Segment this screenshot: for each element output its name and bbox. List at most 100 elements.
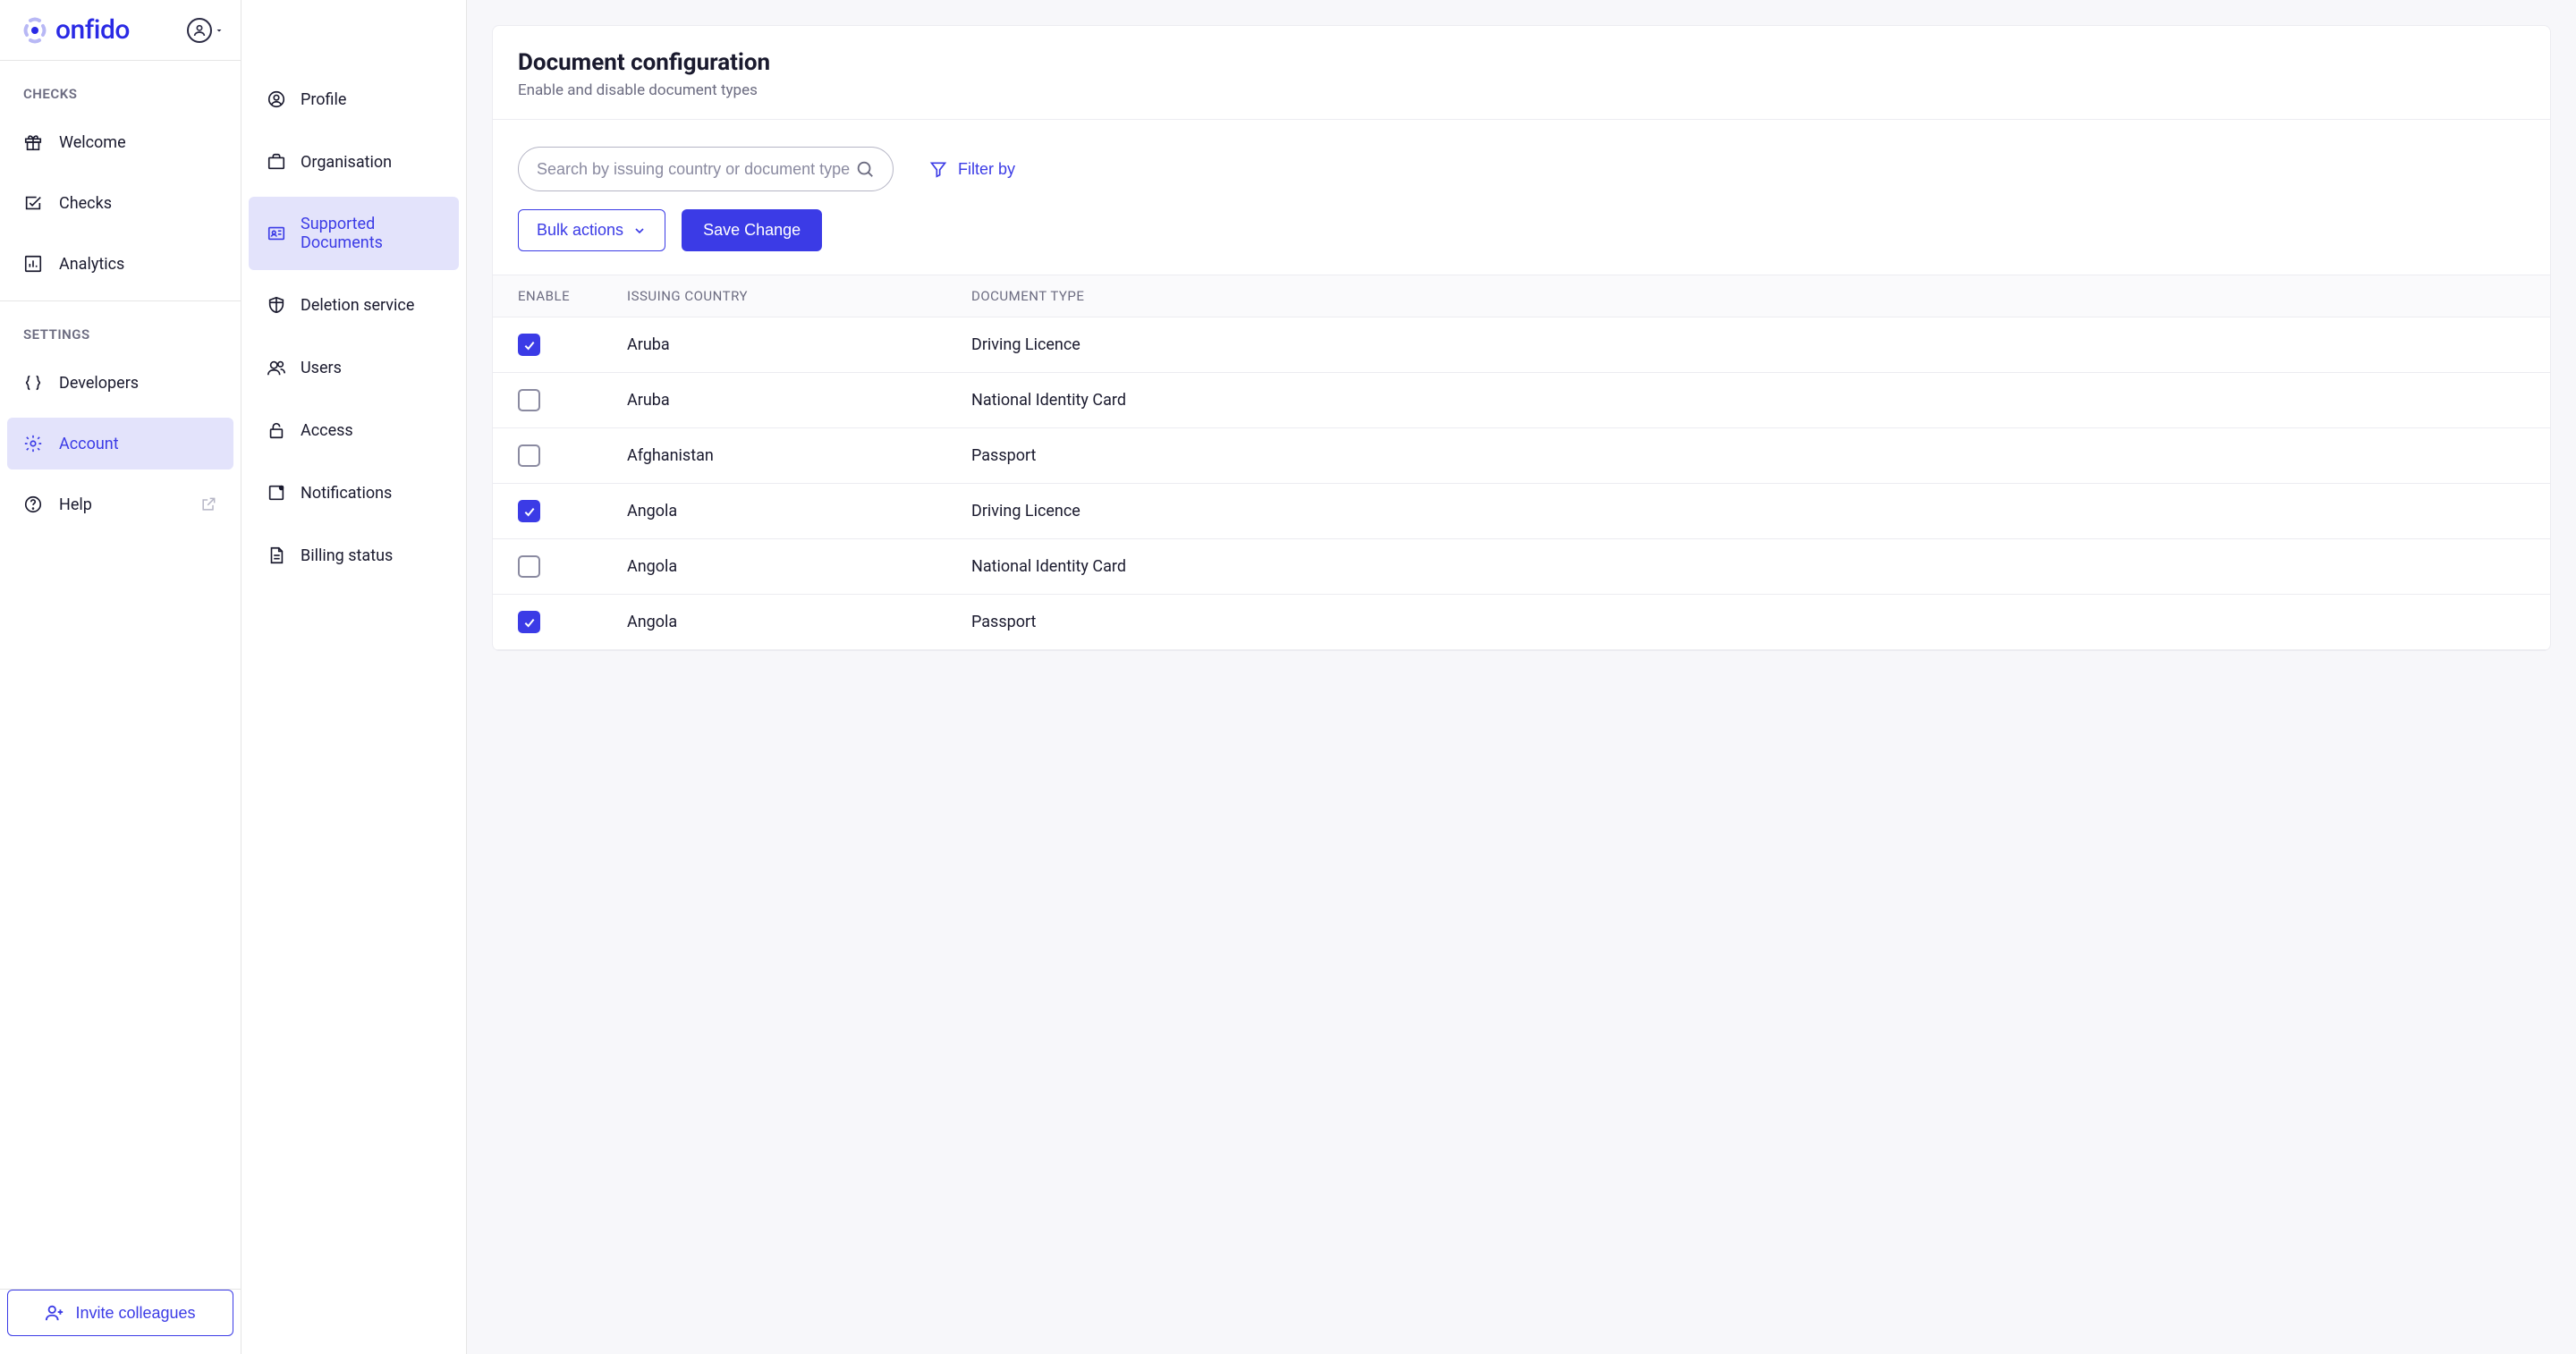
subnav-label: Supported Documents bbox=[301, 215, 441, 252]
sidebar-secondary: Profile Organisation Supported Documents… bbox=[242, 0, 467, 1354]
table-row: AngolaPassport bbox=[493, 595, 2550, 650]
subnav-label: Profile bbox=[301, 90, 346, 109]
td-doctype: National Identity Card bbox=[971, 557, 2525, 576]
nav-checks[interactable]: Checks bbox=[7, 177, 233, 229]
enable-checkbox[interactable] bbox=[518, 444, 540, 467]
shield-icon bbox=[267, 295, 286, 315]
nav-analytics[interactable]: Analytics bbox=[7, 238, 233, 290]
td-country: Angola bbox=[627, 613, 971, 631]
file-icon bbox=[267, 546, 286, 565]
save-change-button[interactable]: Save Change bbox=[682, 209, 822, 251]
filter-button[interactable]: Filter by bbox=[929, 160, 1015, 179]
td-doctype: Passport bbox=[971, 446, 2525, 465]
td-doctype: Driving Licence bbox=[971, 335, 2525, 354]
subnav-billing[interactable]: Billing status bbox=[249, 528, 459, 583]
subnav-label: Users bbox=[301, 359, 342, 377]
td-country: Aruba bbox=[627, 391, 971, 410]
braces-icon bbox=[23, 373, 43, 393]
external-link-icon bbox=[199, 495, 217, 513]
subnav-label: Deletion service bbox=[301, 296, 414, 315]
table-row: AngolaDriving Licence bbox=[493, 484, 2550, 539]
th-country: ISSUING COUNTRY bbox=[627, 288, 971, 304]
subnav-notifications[interactable]: Notifications bbox=[249, 465, 459, 520]
subnav-profile[interactable]: Profile bbox=[249, 72, 459, 127]
chevron-down-icon bbox=[214, 25, 225, 36]
users-icon bbox=[267, 358, 286, 377]
nav-developers[interactable]: Developers bbox=[7, 357, 233, 409]
search-box bbox=[518, 147, 894, 191]
enable-checkbox[interactable] bbox=[518, 611, 540, 633]
search-input[interactable] bbox=[537, 160, 855, 179]
table-row: AngolaNational Identity Card bbox=[493, 539, 2550, 595]
invite-label: Invite colleagues bbox=[75, 1304, 195, 1323]
nav-help[interactable]: Help bbox=[7, 478, 233, 530]
subnav-label: Access bbox=[301, 421, 353, 440]
chevron-down-icon bbox=[632, 224, 647, 238]
bulk-label: Bulk actions bbox=[537, 221, 623, 240]
notifications-icon bbox=[267, 483, 286, 503]
subnav-deletion[interactable]: Deletion service bbox=[249, 277, 459, 333]
td-country: Angola bbox=[627, 502, 971, 520]
subnav-access[interactable]: Access bbox=[249, 402, 459, 458]
gear-icon bbox=[23, 434, 43, 453]
table-row: ArubaDriving Licence bbox=[493, 317, 2550, 373]
td-country: Aruba bbox=[627, 335, 971, 354]
td-doctype: Driving Licence bbox=[971, 502, 2525, 520]
subnav-organisation[interactable]: Organisation bbox=[249, 134, 459, 190]
save-label: Save Change bbox=[703, 221, 801, 239]
sidebar-primary: onfido CHECKS Welcome bbox=[0, 0, 242, 1354]
nav-label: Developers bbox=[59, 374, 139, 393]
invite-colleagues-button[interactable]: Invite colleagues bbox=[7, 1290, 233, 1336]
td-doctype: National Identity Card bbox=[971, 391, 2525, 410]
section-label-settings: SETTINGS bbox=[7, 319, 233, 357]
help-icon bbox=[23, 495, 43, 514]
logo[interactable]: onfido bbox=[21, 14, 130, 46]
nav-account[interactable]: Account bbox=[7, 418, 233, 470]
subnav-users[interactable]: Users bbox=[249, 340, 459, 395]
th-enable: ENABLE bbox=[518, 288, 627, 304]
user-icon bbox=[187, 18, 212, 43]
subnav-label: Notifications bbox=[301, 484, 392, 503]
config-card: Document configuration Enable and disabl… bbox=[492, 25, 2551, 651]
main-content: Document configuration Enable and disabl… bbox=[467, 0, 2576, 1354]
logo-text: onfido bbox=[55, 14, 130, 46]
nav-label: Account bbox=[59, 435, 119, 453]
nav-label: Welcome bbox=[59, 133, 126, 152]
lock-icon bbox=[267, 420, 286, 440]
td-doctype: Passport bbox=[971, 613, 2525, 631]
nav-label: Help bbox=[59, 495, 92, 514]
enable-checkbox[interactable] bbox=[518, 334, 540, 356]
section-label-checks: CHECKS bbox=[7, 79, 233, 116]
filter-label: Filter by bbox=[958, 160, 1015, 179]
subnav-label: Organisation bbox=[301, 153, 392, 172]
table-row: ArubaNational Identity Card bbox=[493, 373, 2550, 428]
subnav-label: Billing status bbox=[301, 546, 393, 565]
chart-icon bbox=[23, 254, 43, 274]
table-header-row: ENABLE ISSUING COUNTRY DOCUMENT TYPE bbox=[493, 275, 2550, 317]
page-title: Document configuration bbox=[518, 49, 2525, 76]
sidebar-header: onfido bbox=[0, 0, 241, 61]
bulk-actions-button[interactable]: Bulk actions bbox=[518, 209, 665, 251]
enable-checkbox[interactable] bbox=[518, 555, 540, 578]
logo-mark-icon bbox=[21, 17, 48, 44]
nav-welcome[interactable]: Welcome bbox=[7, 116, 233, 168]
search-icon bbox=[855, 159, 875, 179]
th-doctype: DOCUMENT TYPE bbox=[971, 288, 2525, 304]
td-country: Angola bbox=[627, 557, 971, 576]
profile-icon bbox=[267, 89, 286, 109]
td-country: Afghanistan bbox=[627, 446, 971, 465]
subnav-supported-documents[interactable]: Supported Documents bbox=[249, 197, 459, 270]
filter-icon bbox=[929, 160, 947, 178]
enable-checkbox[interactable] bbox=[518, 389, 540, 411]
user-plus-icon bbox=[45, 1303, 64, 1323]
enable-checkbox[interactable] bbox=[518, 500, 540, 522]
documents-table: ENABLE ISSUING COUNTRY DOCUMENT TYPE Aru… bbox=[493, 275, 2550, 650]
checkbox-icon bbox=[23, 193, 43, 213]
page-subtitle: Enable and disable document types bbox=[518, 81, 2525, 99]
gift-icon bbox=[23, 132, 43, 152]
id-card-icon bbox=[267, 224, 286, 243]
nav-label: Analytics bbox=[59, 255, 124, 274]
user-menu-button[interactable] bbox=[187, 18, 225, 43]
table-row: AfghanistanPassport bbox=[493, 428, 2550, 484]
briefcase-icon bbox=[267, 152, 286, 172]
